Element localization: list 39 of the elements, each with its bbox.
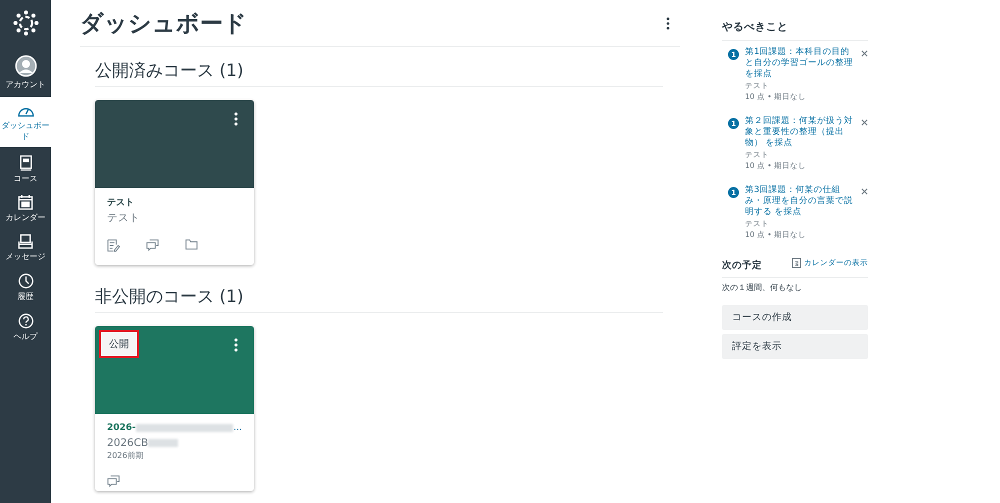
course-code: 2026CB [107,437,148,449]
page-title: ダッシュボード [80,10,247,38]
section-heading: 公開済みコース (1) [95,59,663,87]
course-code: テスト [107,211,140,225]
todo-link[interactable]: 第3回課題：何某の仕組み・原理を自分の言葉で説明する を採点 [745,185,855,218]
calendar-icon [18,195,33,210]
close-icon[interactable] [861,50,868,57]
course-card[interactable]: テスト テスト [95,100,254,265]
todo-heading: やるべきこと [722,20,868,41]
clock-icon [18,273,34,289]
course-card[interactable]: 公開 2026- ... 2026CB 2026前期 [95,326,254,491]
course-title[interactable]: テスト [107,196,134,208]
close-icon[interactable] [861,119,868,126]
nav-item[interactable]: ダッシュボード [0,97,51,147]
upcoming-heading: 次の予定 [722,259,762,272]
publish-button[interactable]: 公開 [99,330,139,358]
close-icon[interactable] [861,188,868,195]
section-heading: 非公開のコース (1) [95,285,663,313]
course-title[interactable]: 2026- [107,423,136,433]
discussion-icon[interactable] [107,475,120,488]
action-button[interactable]: コースの作成 [722,305,868,330]
discussion-icon[interactable] [146,239,159,252]
avatar-icon [14,55,36,77]
todo-link[interactable]: 第２回課題：何某が扱う対象と重要性の整理（提出物） を採点 [745,116,855,149]
calendar-icon [792,258,801,268]
todo-link[interactable]: 第1回課題：本科目の目的と自分の学習ゴールの整理を採点 [745,47,855,80]
assignment-icon[interactable] [107,239,120,252]
more-options-icon[interactable] [234,338,238,352]
action-button[interactable]: 評定を表示 [722,334,868,359]
logo-icon[interactable] [12,9,40,37]
course-term: 2026前期 [107,450,144,461]
empty-message: 次の１週間、何もなし [722,282,803,293]
folder-icon[interactable] [185,239,198,250]
inbox-icon [18,234,33,249]
more-options-icon[interactable] [666,16,670,30]
book-icon [18,155,32,171]
ellipsis: ... [233,423,242,433]
more-options-icon[interactable] [234,112,238,126]
help-icon [18,313,34,329]
